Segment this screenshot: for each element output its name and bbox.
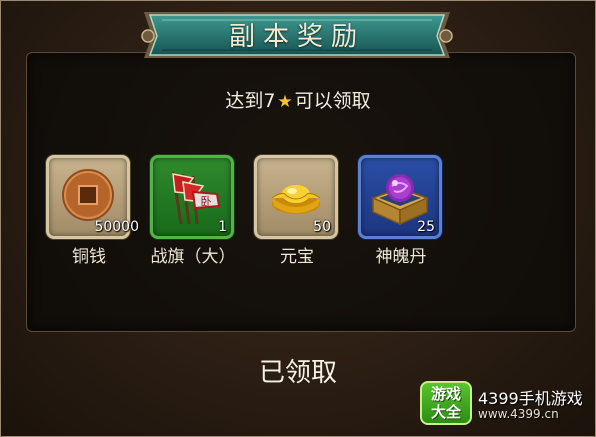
dialog-title: 副本奖励 [228,22,365,52]
svg-text:卧: 卧 [201,195,212,208]
watermark-logo-bottom: 大全 [430,403,461,421]
watermark-brand: 4399手机游戏 [478,389,583,408]
reward-name: 神魄丹 [375,247,427,267]
star-icon: ★ [277,92,293,112]
watermark-logo: 游戏 大全 [420,381,472,425]
reward-count: 25 [417,219,435,235]
reward-slot[interactable]: 25 [358,155,442,239]
watermark: 游戏 大全 4399手机游戏 www.4399.cn [420,381,590,429]
reward-name: 战旗（大） [150,247,236,267]
watermark-logo-top: 游戏 [430,385,461,403]
reward-count: 1 [218,219,227,235]
reward-item-copper[interactable]: 50000 铜钱 [44,155,140,267]
reward-item-ingot[interactable]: 50 元宝 [252,155,348,267]
condition-suffix: 可以领取 [294,90,371,112]
title-banner: 副本奖励 [140,6,454,64]
reward-count: 50 [313,219,331,235]
condition-prefix: 达到7 [225,90,276,112]
reward-name: 铜钱 [72,247,106,267]
reward-count: 50000 [94,219,139,235]
reward-slot[interactable]: 卧 1 [150,155,234,239]
reward-item-war-flag[interactable]: 卧 1 战旗（大） [148,155,244,267]
watermark-url: www.4399.cn [478,407,559,421]
reward-item-spirit-pill[interactable]: 25 神魄丹 [356,155,452,267]
reward-slot[interactable]: 50 [254,155,338,239]
war-flag-icon: 卧 [171,171,221,225]
reward-name: 元宝 [280,247,314,267]
unlock-condition: 达到7 ★ 可以领取 [0,86,596,113]
reward-slot[interactable]: 50000 [46,155,139,239]
